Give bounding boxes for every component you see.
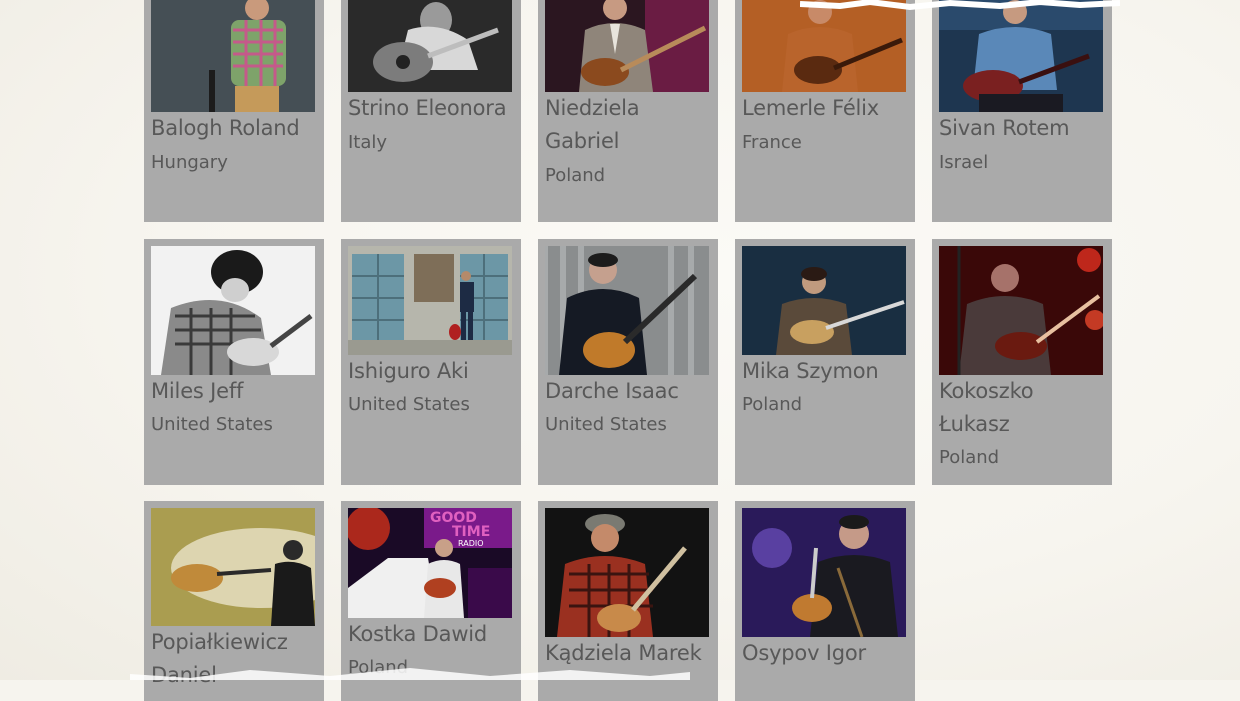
musician-country: United States (348, 394, 470, 415)
musician-photo: GOOD TIME RADIO (348, 508, 512, 618)
musician-card[interactable]: Osypov Igor (735, 501, 915, 701)
sign-text: RADIO (458, 539, 484, 548)
sign-text: TIME (452, 524, 490, 540)
musician-card[interactable]: Balogh Roland Hungary (144, 0, 324, 222)
musician-country: United States (545, 414, 667, 435)
musician-card[interactable]: Darche Isaac United States (538, 239, 718, 485)
musician-name[interactable]: Ishiguro Aki (348, 355, 516, 388)
musician-name[interactable]: Lemerle Félix (742, 92, 910, 125)
musician-photo (939, 246, 1103, 375)
musician-name[interactable]: Osypov Igor (742, 637, 910, 670)
musician-country: Poland (545, 165, 606, 186)
musician-photo (545, 508, 709, 637)
musician-card[interactable]: Mika Szymon Poland (735, 239, 915, 485)
musician-country: Poland (742, 394, 803, 415)
torn-edge-decoration (800, 0, 1120, 11)
musician-photo (348, 246, 512, 355)
musician-photo (151, 508, 315, 626)
musician-country: Israel (939, 152, 989, 173)
musician-name[interactable]: Sivan Rotem (939, 112, 1107, 145)
musician-photo (742, 508, 906, 637)
musician-card[interactable]: Strino Eleonora Italy (341, 0, 521, 222)
musician-photo (939, 0, 1103, 112)
musician-name[interactable]: Darche Isaac (545, 375, 713, 408)
musician-name[interactable]: Kokoszko Łukasz (939, 375, 1107, 441)
musician-country: Italy (348, 132, 388, 153)
musician-card[interactable]: Niedziela Gabriel Poland (538, 0, 718, 222)
musician-photo (545, 246, 709, 375)
musician-country: Hungary (151, 152, 228, 173)
musician-card[interactable]: Ishiguro Aki United States (341, 239, 521, 485)
musician-card[interactable]: Sivan Rotem Israel (932, 0, 1112, 222)
musician-country: Poland (939, 447, 1000, 468)
musician-photo (348, 0, 512, 92)
musician-name[interactable]: Miles Jeff (151, 375, 319, 408)
musician-name[interactable]: Mika Szymon (742, 355, 910, 388)
musician-name[interactable]: Kostka Dawid (348, 618, 516, 651)
musician-name[interactable]: Niedziela Gabriel (545, 92, 713, 158)
musician-name[interactable]: Strino Eleonora (348, 92, 516, 125)
musician-card[interactable]: Kokoszko Łukasz Poland (932, 239, 1112, 485)
musician-grid: Balogh Roland Hungary Strino Eleonora It… (0, 0, 1240, 701)
musician-name[interactable]: Popiałkiewicz Daniel (151, 626, 319, 692)
musician-photo (742, 246, 906, 355)
musician-photo (545, 0, 709, 92)
musician-photo (151, 246, 315, 375)
musician-photo (151, 0, 315, 112)
musician-card[interactable]: Miles Jeff United States (144, 239, 324, 485)
musician-photo (742, 0, 906, 92)
musician-country: France (742, 132, 802, 153)
musician-country: United States (151, 414, 273, 435)
musician-name[interactable]: Balogh Roland (151, 112, 319, 145)
musician-card[interactable]: Lemerle Félix France (735, 0, 915, 222)
torn-edge-decoration (130, 668, 690, 680)
